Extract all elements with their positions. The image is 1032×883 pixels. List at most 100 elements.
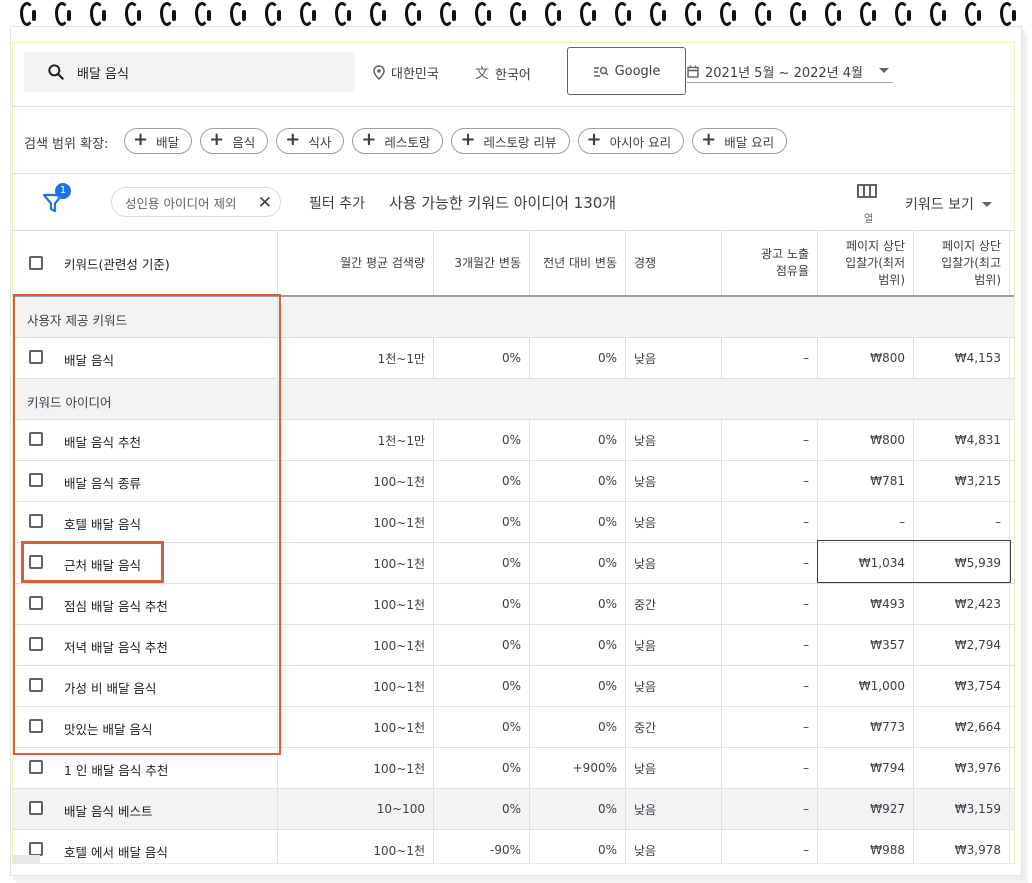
- spiral-ring: [790, 2, 806, 26]
- impression-share-cell: –: [722, 830, 818, 863]
- header-volume[interactable]: 월간 평균 검색량: [278, 231, 434, 295]
- search-icon: [48, 64, 64, 80]
- broaden-chip-list: + 배달 + 음식 + 식사 + 레스토랑 + 레스토랑 리뷰 + 아시아 요리 + 배달 요리: [124, 128, 788, 154]
- search-bar-row: 배달 음식 대한민국 文 한국어 Google 2021년 5월 ~ 2022년…: [13, 43, 1014, 107]
- bid-low-cell: ₩800: [818, 420, 914, 460]
- bid-low-cell: ₩773: [818, 707, 914, 747]
- change-yoy-cell: 0%: [530, 584, 626, 624]
- change-3m-cell: 0%: [434, 748, 530, 788]
- columns-label: 열: [864, 214, 874, 225]
- competition-cell: 낮음: [626, 461, 722, 501]
- keyword-planner-panel: 배달 음식 대한민국 文 한국어 Google 2021년 5월 ~ 2022년…: [12, 42, 1015, 864]
- competition-cell: 낮음: [626, 830, 722, 863]
- change-3m-cell: 0%: [434, 666, 530, 706]
- volume-cell: 10~100: [278, 789, 434, 829]
- select-all-checkbox[interactable]: [29, 256, 43, 270]
- broaden-chip[interactable]: + 음식: [200, 128, 269, 154]
- bid-high-cell: ₩2,794: [914, 625, 1010, 665]
- change-yoy-cell: 0%: [530, 830, 626, 863]
- change-3m-cell: 0%: [434, 461, 530, 501]
- header-bid-high[interactable]: 페이지 상단 입찰가(최고 범위): [914, 231, 1010, 295]
- volume-cell: 1천~1만: [278, 420, 434, 460]
- table-header: 키워드(관련성 기준) 월간 평균 검색량 3개월간 변동 전년 대비 변동 경…: [13, 231, 1014, 297]
- header-bid-low-line1: 페이지 상단: [845, 238, 905, 253]
- impression-share-cell: –: [722, 707, 818, 747]
- change-yoy-cell: 0%: [530, 461, 626, 501]
- volume-cell: 100~1천: [278, 666, 434, 706]
- change-3m-cell: 0%: [434, 789, 530, 829]
- date-range-selector[interactable]: 2021년 5월 ~ 2022년 4월: [687, 61, 893, 83]
- active-filter-chip[interactable]: 성인용 아이디어 제외 ✕: [111, 187, 281, 217]
- close-icon[interactable]: ✕: [258, 193, 272, 213]
- row-checkbox[interactable]: [29, 801, 43, 815]
- volume-cell: 100~1천: [278, 625, 434, 665]
- competition-cell: 낮음: [626, 338, 722, 378]
- horizontal-scrollbar[interactable]: [13, 855, 40, 863]
- active-filter-label: 성인용 아이디어 제외: [125, 195, 237, 211]
- row-checkbox[interactable]: [29, 842, 43, 856]
- spiral-ring: [650, 2, 666, 26]
- broaden-chip[interactable]: + 배달: [124, 128, 193, 154]
- filter-toolbar: 1 성인용 아이디어 제외 ✕ 필터 추가 사용 가능한 키워드 아이디어 13…: [13, 175, 1014, 231]
- row-checkbox[interactable]: [29, 760, 43, 774]
- spiral-ring: [230, 2, 246, 26]
- header-keyword-label: 키워드(관련성 기준): [64, 257, 170, 272]
- change-yoy-cell: 0%: [530, 420, 626, 460]
- plus-icon: +: [133, 129, 149, 150]
- search-input[interactable]: 배달 음식: [24, 52, 355, 92]
- broaden-chip[interactable]: + 배달 요리: [692, 128, 788, 154]
- plus-icon: +: [361, 129, 377, 150]
- header-bid-low[interactable]: 페이지 상단 입찰가(최저 범위): [818, 231, 914, 295]
- competition-cell: 낮음: [626, 748, 722, 788]
- spiral-ring: [755, 2, 771, 26]
- volume-cell: 100~1천: [278, 461, 434, 501]
- bid-high-cell: ₩3,978: [914, 830, 1010, 863]
- table-row[interactable]: 배달 음식 베스트 10~100 0% 0% 낮음 – ₩927 ₩3,159: [13, 789, 1014, 830]
- keyword-view-dropdown[interactable]: 키워드 보기: [905, 194, 992, 214]
- impression-share-cell: –: [722, 338, 818, 378]
- competition-cell: 낮음: [626, 420, 722, 460]
- chevron-down-icon: [879, 68, 889, 73]
- date-range-label: 2021년 5월 ~ 2022년 4월: [705, 66, 863, 81]
- columns-icon[interactable]: [855, 183, 879, 199]
- spiral-ring: [510, 2, 526, 26]
- broaden-search-row: 검색 범위 확장: + 배달 + 음식 + 식사 + 레스토랑 + 레스토랑 리뷰 + 아시아 요리 +…: [13, 108, 1014, 174]
- language-selector[interactable]: 文 한국어: [475, 63, 531, 83]
- bid-high-cell: ₩3,754: [914, 666, 1010, 706]
- impression-share-cell: –: [722, 502, 818, 542]
- volume-cell: 100~1천: [278, 830, 434, 863]
- table-row[interactable]: 호텔 에서 배달 음식 100~1천 -90% 0% 낮음 – ₩988 ₩3,978: [13, 830, 1014, 863]
- keyword-cell: 호텔 에서 배달 음식: [13, 830, 278, 863]
- spiral-ring: [370, 2, 386, 26]
- bid-low-cell: ₩988: [818, 830, 914, 863]
- header-yoy-change[interactable]: 전년 대비 변동: [530, 231, 626, 295]
- header-bid-high-line3: 범위): [974, 272, 1001, 287]
- volume-cell: 100~1천: [278, 707, 434, 747]
- header-3m-change[interactable]: 3개월간 변동: [434, 231, 530, 295]
- change-yoy-cell: 0%: [530, 666, 626, 706]
- add-filter-button[interactable]: 필터 추가: [309, 193, 365, 213]
- spiral-ring: [20, 2, 36, 26]
- search-network-selector[interactable]: Google: [567, 47, 686, 95]
- spiral-ring: [615, 2, 631, 26]
- header-competition[interactable]: 경쟁: [626, 231, 722, 295]
- header-impression-share[interactable]: 광고 노출 점유율: [722, 231, 818, 295]
- plus-icon: +: [586, 129, 602, 150]
- volume-cell: 100~1천: [278, 543, 434, 583]
- broaden-chip[interactable]: + 아시아 요리: [577, 128, 685, 154]
- bid-high-cell: ₩2,423: [914, 584, 1010, 624]
- location-selector[interactable]: 대한민국: [373, 63, 439, 82]
- header-bid-high-line1: 페이지 상단: [941, 238, 1001, 253]
- spiral-ring: [160, 2, 176, 26]
- broaden-chip[interactable]: + 레스토랑: [352, 128, 444, 154]
- spiral-ring: [580, 2, 596, 26]
- change-3m-cell: 0%: [434, 502, 530, 542]
- search-network-label: Google: [614, 63, 661, 79]
- broaden-chip[interactable]: + 식사: [276, 128, 345, 154]
- header-keyword[interactable]: 키워드(관련성 기준): [13, 231, 278, 295]
- bid-low-cell: ₩493: [818, 584, 914, 624]
- bid-low-cell: –: [818, 502, 914, 542]
- search-query: 배달 음식: [77, 67, 129, 82]
- spiral-ring: [1000, 2, 1016, 26]
- broaden-chip[interactable]: + 레스토랑 리뷰: [451, 128, 570, 154]
